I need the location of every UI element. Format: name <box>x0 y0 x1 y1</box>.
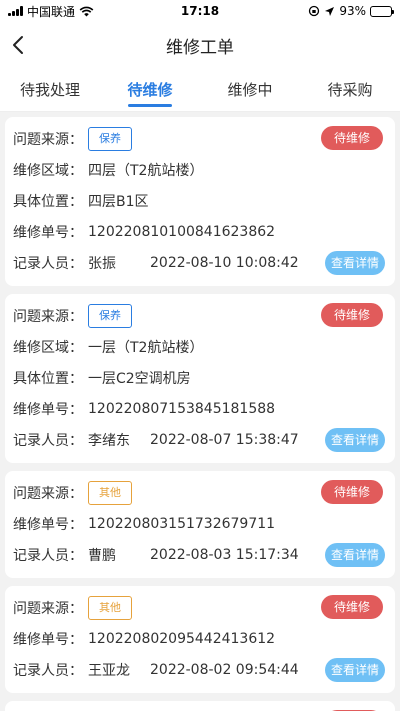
view-details-button[interactable]: 查看详情 <box>324 657 385 682</box>
location-arrow-icon <box>325 6 335 16</box>
tab-label: 待我处理 <box>19 81 80 99</box>
recorder-value: 曹鹏 <box>88 547 116 564</box>
recorder-row: 记录人员： 张振 2022-08-10 10:08:42 查看详情 <box>13 247 387 278</box>
order-no-row: 维修单号： 120220803151732679711 <box>13 508 387 539</box>
recorder-label: 记录人员： <box>13 432 83 449</box>
source-tag: 其他 <box>88 480 132 505</box>
page-title: 维修工单 <box>166 37 234 58</box>
tab-in-repair[interactable]: 维修中 <box>200 68 300 111</box>
source-tag: 其他 <box>88 595 132 620</box>
battery-percent: 93% <box>339 4 366 18</box>
area-row: 维修区域： 一层（T2航站楼） <box>13 331 387 362</box>
location-value: 一层C2空调机房 <box>88 370 191 387</box>
order-no-label: 维修单号： <box>13 516 83 533</box>
status-time: 17:18 <box>180 4 220 18</box>
recorder-value: 张振 <box>88 255 116 272</box>
order-card[interactable]: 待维修 问题来源： 其他 维修单号： 120220803151732679711… <box>5 471 395 578</box>
order-no-row: 维修单号： 120220810100841623862 <box>13 216 387 247</box>
recorder-row: 记录人员： 李绪东 2022-08-07 15:38:47 查看详情 <box>13 424 387 455</box>
recorder-label: 记录人员： <box>13 547 83 564</box>
status-badge: 待维修 <box>320 480 383 504</box>
view-details-button[interactable]: 查看详情 <box>324 427 385 452</box>
order-card-partial[interactable] <box>5 701 395 711</box>
order-no-row: 维修单号： 120220802095442413612 <box>13 623 387 654</box>
source-label: 问题来源： <box>13 600 83 617</box>
location-value: 四层B1区 <box>88 193 149 210</box>
status-bar: 中国联通 17:18 93% <box>0 0 400 22</box>
tab-bar: 待我处理 待维修 维修中 待采购 <box>0 68 400 112</box>
area-row: 维修区域： 四层（T2航站楼） <box>13 154 387 185</box>
tab-active-indicator <box>128 104 172 107</box>
order-no-row: 维修单号： 120220807153845181588 <box>13 393 387 424</box>
back-button[interactable] <box>12 22 42 68</box>
signal-icon <box>8 6 23 16</box>
timestamp: 2022-08-02 09:54:44 <box>150 661 299 678</box>
order-no-value: 120220803151732679711 <box>88 515 276 532</box>
recorder-row: 记录人员： 曹鹏 2022-08-03 15:17:34 查看详情 <box>13 539 387 570</box>
source-label: 问题来源： <box>13 485 83 502</box>
order-card[interactable]: 待维修 问题来源： 保养 维修区域： 四层（T2航站楼） 具体位置： 四层B1区… <box>5 117 395 286</box>
order-no-label: 维修单号： <box>13 631 83 648</box>
order-card[interactable]: 待维修 问题来源： 保养 维修区域： 一层（T2航站楼） 具体位置： 一层C2空… <box>5 294 395 463</box>
order-no-value: 120220810100841623862 <box>88 223 276 240</box>
recorder-label: 记录人员： <box>13 255 83 272</box>
status-left: 中国联通 <box>8 3 94 20</box>
location-row: 具体位置： 四层B1区 <box>13 185 387 216</box>
order-no-value: 120220807153845181588 <box>88 400 276 417</box>
orientation-lock-icon <box>309 5 320 17</box>
timestamp: 2022-08-10 10:08:42 <box>150 254 299 271</box>
order-list: 待维修 问题来源： 保养 维修区域： 四层（T2航站楼） 具体位置： 四层B1区… <box>0 112 400 711</box>
area-label: 维修区域： <box>13 339 83 356</box>
tab-pending-repair[interactable]: 待维修 <box>100 68 200 111</box>
recorder-value: 王亚龙 <box>88 662 130 679</box>
tab-label: 待维修 <box>127 81 173 99</box>
wifi-icon <box>79 6 94 16</box>
tab-label: 维修中 <box>227 81 273 99</box>
view-details-button[interactable]: 查看详情 <box>324 250 385 275</box>
source-label: 问题来源： <box>13 308 83 325</box>
location-row: 具体位置： 一层C2空调机房 <box>13 362 387 393</box>
location-label: 具体位置： <box>13 370 83 387</box>
tab-label: 待采购 <box>327 81 373 99</box>
recorder-value: 李绪东 <box>88 432 130 449</box>
order-no-value: 120220802095442413612 <box>88 630 276 647</box>
source-tag: 保养 <box>88 126 132 151</box>
tab-pending-purchase[interactable]: 待采购 <box>300 68 400 111</box>
carrier-name: 中国联通 <box>27 4 76 19</box>
tab-pending-me[interactable]: 待我处理 <box>0 68 100 111</box>
source-label: 问题来源： <box>13 131 83 148</box>
status-right: 93% <box>308 4 394 18</box>
recorder-row: 记录人员： 王亚龙 2022-08-02 09:54:44 查看详情 <box>13 654 387 685</box>
timestamp: 2022-08-07 15:38:47 <box>150 431 299 448</box>
order-no-label: 维修单号： <box>13 224 83 241</box>
area-value: 四层（T2航站楼） <box>88 162 204 179</box>
area-label: 维修区域： <box>13 162 83 179</box>
nav-bar: 维修工单 <box>0 22 400 68</box>
chevron-left-icon <box>13 36 23 54</box>
status-badge: 待维修 <box>320 303 383 327</box>
order-no-label: 维修单号： <box>13 401 83 418</box>
location-label: 具体位置： <box>13 193 83 210</box>
view-details-button[interactable]: 查看详情 <box>324 542 385 567</box>
status-badge: 待维修 <box>320 595 383 619</box>
order-card[interactable]: 待维修 问题来源： 其他 维修单号： 120220802095442413612… <box>5 586 395 693</box>
status-badge: 待维修 <box>320 126 383 150</box>
source-tag: 保养 <box>88 303 132 328</box>
timestamp: 2022-08-03 15:17:34 <box>150 546 299 563</box>
area-value: 一层（T2航站楼） <box>88 339 204 356</box>
recorder-label: 记录人员： <box>13 662 83 679</box>
battery-icon <box>370 5 394 17</box>
